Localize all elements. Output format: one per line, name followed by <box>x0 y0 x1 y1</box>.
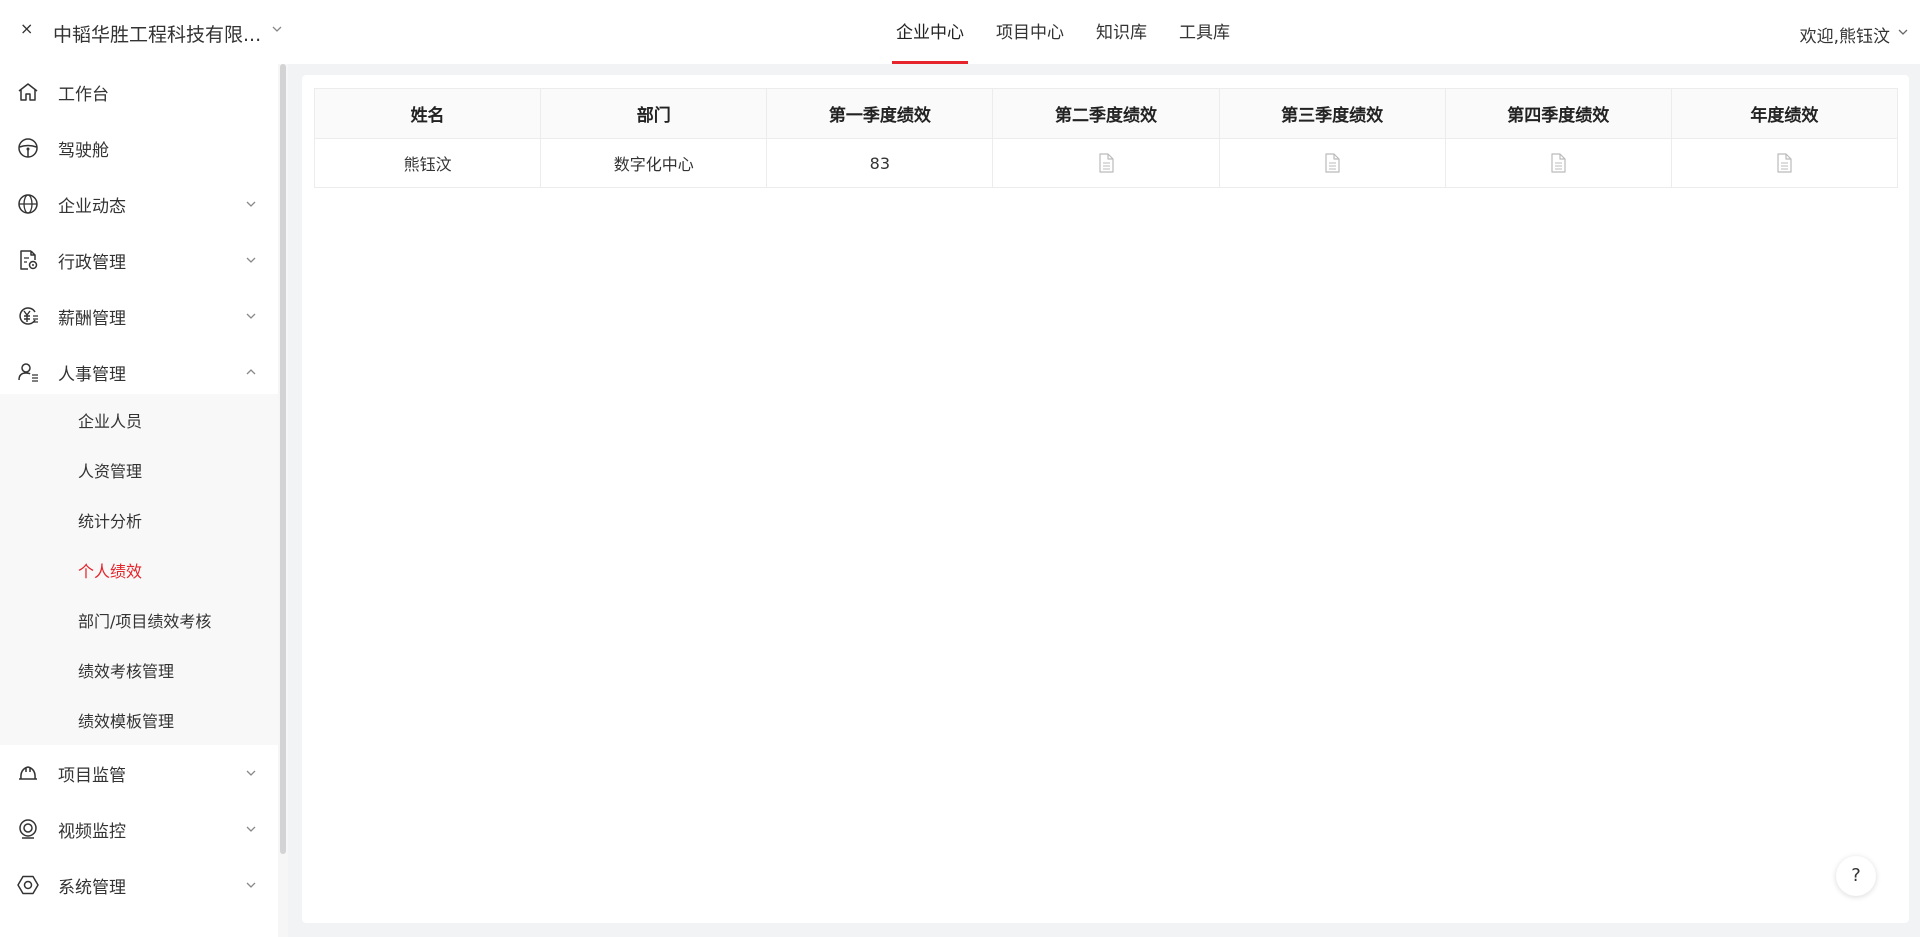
document-icon[interactable] <box>1549 153 1567 173</box>
home-icon <box>18 83 38 101</box>
company-name[interactable]: 中韬华胜工程科技有限... <box>53 20 261 47</box>
document-icon[interactable] <box>1323 153 1341 173</box>
user-list-icon <box>18 363 38 382</box>
sidebar-item-label: 系统管理 <box>58 877 126 898</box>
sidebar-scrollbar[interactable] <box>280 64 286 854</box>
sidebar-item-hr-management[interactable]: 人事管理 <box>0 344 278 400</box>
submenu-item-label: 企业人员 <box>78 412 143 431</box>
chevron-down-icon <box>246 882 256 888</box>
cell-q4 <box>1444 138 1672 188</box>
sidebar-item-enterprise-news[interactable]: 企业动态 <box>0 176 278 232</box>
camera-icon <box>19 819 37 839</box>
cell-department: 数字化中心 <box>540 138 768 188</box>
sidebar-item-label: 项目监管 <box>58 765 126 786</box>
help-button[interactable]: ? <box>1836 856 1876 896</box>
cell-q3 <box>1218 138 1446 188</box>
submenu-item-label: 统计分析 <box>78 512 143 531</box>
yen-refresh-icon <box>19 307 38 325</box>
chevron-down-icon <box>246 257 256 263</box>
submenu-item-dept-project-assessment[interactable]: 部门/项目绩效考核 <box>0 595 278 645</box>
main-panel: 姓名 部门 第一季度绩效 第二季度绩效 第三季度绩效 第四季度绩效 年度绩效 熊… <box>302 75 1909 923</box>
submenu-item-personal-performance[interactable]: 个人绩效 <box>0 545 278 595</box>
sidebar-item-label: 人事管理 <box>58 364 126 385</box>
sidebar-item-label: 企业动态 <box>58 196 126 217</box>
sidebar-item-admin-management[interactable]: 行政管理 <box>0 232 278 288</box>
tab-enterprise-center[interactable]: 企业中心 <box>892 0 968 64</box>
sidebar-item-workbench[interactable]: 工作台 <box>0 64 278 120</box>
top-bar: × 中韬华胜工程科技有限... 企业中心 项目中心 知识库 工具库 欢迎,熊钰汶 <box>0 0 1920 64</box>
document-icon[interactable] <box>1097 153 1115 173</box>
sidebar-item-label: 驾驶舱 <box>58 140 109 161</box>
performance-table: 姓名 部门 第一季度绩效 第二季度绩效 第三季度绩效 第四季度绩效 年度绩效 熊… <box>313 88 1899 188</box>
sidebar: 工作台 驾驶舱 企业动态 行政管理 薪酬管理 人事管理 企业人员 人资管理 统计… <box>0 64 288 937</box>
submenu-item-assessment-management[interactable]: 绩效考核管理 <box>0 645 278 695</box>
cell-q2 <box>992 138 1220 188</box>
chevron-down-icon <box>246 201 256 207</box>
close-icon[interactable]: × <box>20 21 34 37</box>
tab-project-center[interactable]: 项目中心 <box>994 0 1066 64</box>
helmet-icon <box>19 766 37 780</box>
table-header-row: 姓名 部门 第一季度绩效 第二季度绩效 第三季度绩效 第四季度绩效 年度绩效 <box>313 88 1899 139</box>
sidebar-item-label: 工作台 <box>58 84 109 105</box>
sidebar-item-salary-management[interactable]: 薪酬管理 <box>0 288 278 344</box>
sidebar-item-cockpit[interactable]: 驾驶舱 <box>0 120 278 176</box>
tab-knowledge-base[interactable]: 知识库 <box>1094 0 1149 64</box>
submenu-item-label: 绩效考核管理 <box>78 662 175 681</box>
chevron-down-icon[interactable] <box>270 22 284 36</box>
globe-icon <box>18 194 38 214</box>
document-icon[interactable] <box>1775 153 1793 173</box>
sidebar-item-label: 视频监控 <box>58 821 126 842</box>
chevron-down-icon <box>246 826 256 832</box>
submenu-item-enterprise-staff[interactable]: 企业人员 <box>0 395 278 445</box>
column-header-department: 部门 <box>540 88 768 139</box>
submenu-item-label: 个人绩效 <box>78 562 143 581</box>
sidebar-item-project-supervision[interactable]: 项目监管 <box>0 745 278 801</box>
column-header-q2: 第二季度绩效 <box>992 88 1220 139</box>
submenu-item-label: 人资管理 <box>78 462 143 481</box>
sidebar-item-system-management[interactable]: 系统管理 <box>0 857 278 913</box>
document-gear-icon <box>20 250 38 270</box>
cell-annual <box>1670 138 1899 188</box>
tab-tool-library[interactable]: 工具库 <box>1177 0 1232 64</box>
sidebar-item-label: 薪酬管理 <box>58 308 126 329</box>
cell-q1: 83 <box>766 138 994 188</box>
steering-wheel-icon <box>18 138 38 158</box>
chevron-up-icon <box>246 369 256 375</box>
top-nav-tabs: 企业中心 项目中心 知识库 工具库 <box>892 0 1260 64</box>
submenu-item-statistics[interactable]: 统计分析 <box>0 495 278 545</box>
column-header-q3: 第三季度绩效 <box>1218 88 1446 139</box>
submenu-item-label: 绩效模板管理 <box>78 712 175 731</box>
table-row: 熊钰汶 数字化中心 83 <box>313 138 1899 188</box>
column-header-q4: 第四季度绩效 <box>1444 88 1672 139</box>
column-header-q1: 第一季度绩效 <box>766 88 994 139</box>
chevron-down-icon <box>246 770 256 776</box>
cell-name: 熊钰汶 <box>313 138 542 188</box>
submenu-item-label: 部门/项目绩效考核 <box>78 612 212 631</box>
column-header-annual: 年度绩效 <box>1670 88 1899 139</box>
submenu-item-hr-resources[interactable]: 人资管理 <box>0 445 278 495</box>
sidebar-item-video-monitoring[interactable]: 视频监控 <box>0 801 278 857</box>
chevron-down-icon <box>246 313 256 319</box>
user-welcome[interactable]: 欢迎,熊钰汶 <box>1800 22 1890 47</box>
hexagon-gear-icon <box>17 875 39 895</box>
submenu-item-template-management[interactable]: 绩效模板管理 <box>0 695 278 745</box>
column-header-name: 姓名 <box>313 88 542 139</box>
sidebar-item-label: 行政管理 <box>58 252 126 273</box>
chevron-down-icon[interactable] <box>1896 25 1910 39</box>
